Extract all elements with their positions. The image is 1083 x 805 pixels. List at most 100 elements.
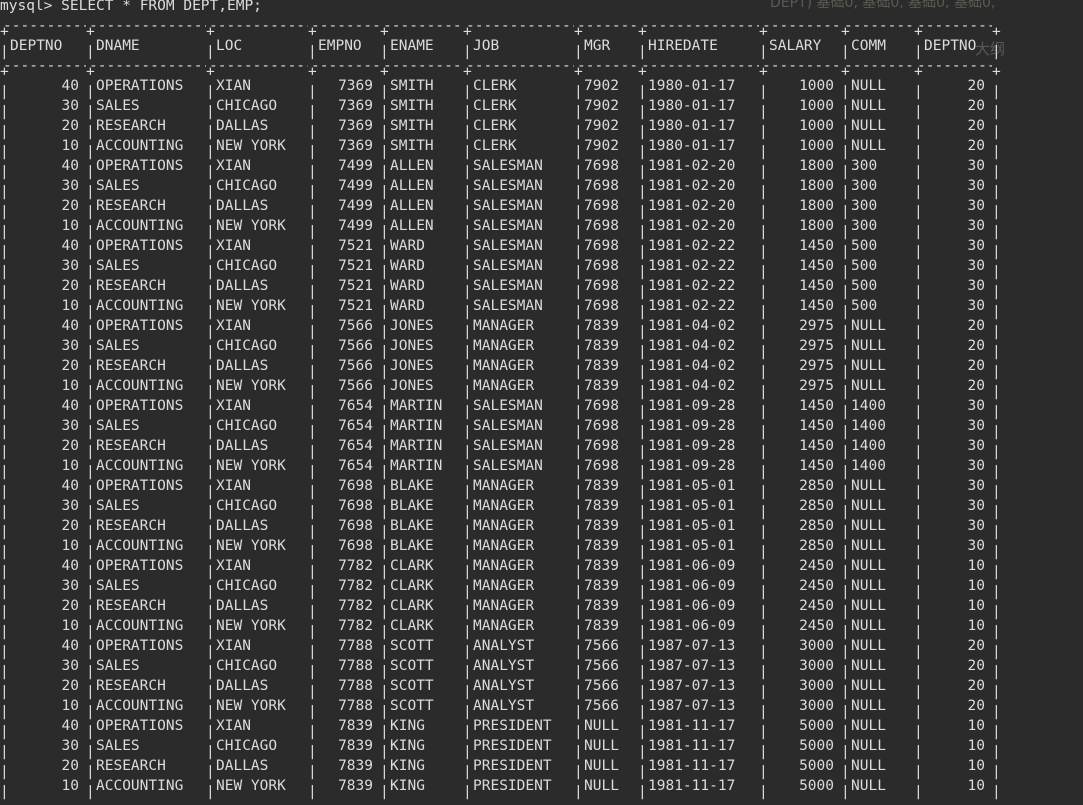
- table-cell: NEW YORK: [216, 458, 286, 474]
- table-cell: 20: [967, 378, 985, 394]
- table-cell: 7839: [584, 558, 619, 574]
- table-cell: 10: [967, 778, 985, 794]
- table-cell: 30: [61, 178, 79, 194]
- table-cell: 1987-07-13: [648, 638, 736, 654]
- table-cell: XIAN: [216, 638, 251, 654]
- table-row: | 40 |OPERATIONS |XIAN | 7369 |SMITH |CLERK |790…: [0, 76, 1001, 100]
- table-cell: SMITH: [390, 138, 434, 154]
- table-cell: 7499: [338, 158, 373, 174]
- table-cell: SALESMAN: [473, 198, 543, 214]
- table-row: | 40 |OPERATIONS |XIAN | 7698 |BLAKE |MANAGER |7…: [0, 476, 1001, 500]
- table-cell: 20: [61, 438, 79, 454]
- table-cell: 2850: [799, 498, 834, 514]
- table-cell: CLARK: [390, 618, 434, 634]
- table-cell: OPERATIONS: [96, 158, 184, 174]
- table-cell: MANAGER: [473, 478, 535, 494]
- table-cell: 1980-01-17: [648, 118, 736, 134]
- table-cell: 7839: [338, 758, 373, 774]
- table-cell: MANAGER: [473, 378, 535, 394]
- table-cell: CLERK: [473, 138, 517, 154]
- table-cell: 7499: [338, 218, 373, 234]
- table-row: | 40 |OPERATIONS |XIAN | 7654 |MARTIN |SALESMAN…: [0, 396, 1001, 420]
- table-cell: ANALYST: [473, 658, 535, 674]
- table-cell: 1981-02-20: [648, 178, 736, 194]
- table-row: | 10 |ACCOUNTING |NEW YORK | 7369 |SMITH |CLERK…: [0, 136, 1001, 160]
- table-cell: 7839: [338, 778, 373, 794]
- table-row: | 30 |SALES |CHICAGO | 7782 |CLARK |MANAGER |783…: [0, 576, 1001, 600]
- table-cell: 7698: [584, 178, 619, 194]
- table-cell: 1450: [799, 298, 834, 314]
- table-cell: NULL: [851, 378, 886, 394]
- table-cell: 30: [967, 218, 985, 234]
- table-cell: 40: [61, 318, 79, 334]
- table-cell: 7839: [584, 318, 619, 334]
- table-row: | 40 |OPERATIONS |XIAN | 7521 |WARD |SALESMAN |7…: [0, 236, 1001, 260]
- table-cell: 3000: [799, 698, 834, 714]
- table-cell: SALESMAN: [473, 218, 543, 234]
- table-cell: SALES: [96, 738, 140, 754]
- prompt: mysql>: [0, 0, 53, 14]
- table-cell: 2975: [799, 378, 834, 394]
- table-cell: 7369: [338, 118, 373, 134]
- table-cell: 1981-02-20: [648, 218, 736, 234]
- table-cell: OPERATIONS: [96, 718, 184, 734]
- table-cell: 7499: [338, 198, 373, 214]
- table-row: | 20 |RESEARCH |DALLAS | 7654 |MARTIN |SALESMAN…: [0, 436, 1001, 460]
- table-cell: 7782: [338, 618, 373, 634]
- table-cell: OPERATIONS: [96, 478, 184, 494]
- table-cell: SALESMAN: [473, 418, 543, 434]
- table-cell: 1987-07-13: [648, 678, 736, 694]
- table-cell: 7698: [584, 458, 619, 474]
- table-cell: NULL: [851, 78, 886, 94]
- table-cell: RESEARCH: [96, 598, 166, 614]
- table-cell: NULL: [851, 338, 886, 354]
- table-cell: ACCOUNTING: [96, 778, 184, 794]
- table-cell: 2850: [799, 538, 834, 554]
- table-cell: CHICAGO: [216, 658, 278, 674]
- table-row: | 10 |ACCOUNTING |NEW YORK | 7788 |SCOTT |ANALY…: [0, 696, 1001, 720]
- table-cell: KING: [390, 778, 425, 794]
- table-cell: 30: [61, 578, 79, 594]
- table-cell: XIAN: [216, 78, 251, 94]
- table-cell: 7839: [584, 498, 619, 514]
- table-cell: DALLAS: [216, 118, 269, 134]
- table-row: | 30 |SALES |CHICAGO | 7698 |BLAKE |MANAGER |783…: [0, 496, 1001, 520]
- table-cell: 40: [61, 158, 79, 174]
- table-cell: BLAKE: [390, 538, 434, 554]
- table-cell: 1400: [851, 418, 886, 434]
- table-cell: DALLAS: [216, 758, 269, 774]
- table-cell: 1981-11-17: [648, 718, 736, 734]
- table-cell: SALES: [96, 578, 140, 594]
- table-border-mid: +---------------------------------------…: [0, 58, 1001, 80]
- table-cell: CHICAGO: [216, 738, 278, 754]
- table-row: | 20 |RESEARCH |DALLAS | 7782 |CLARK |MANAGER |7…: [0, 596, 1001, 620]
- table-cell: 3000: [799, 638, 834, 654]
- terminal-window[interactable]: mysql> SELECT * FROM DEPT,EMP; +--------…: [0, 0, 1001, 800]
- table-cell: 30: [967, 398, 985, 414]
- table-cell: CLERK: [473, 118, 517, 134]
- table-cell: 7566: [338, 338, 373, 354]
- table-cell: ANALYST: [473, 698, 535, 714]
- table-cell: 7698: [584, 238, 619, 254]
- table-cell: 20: [967, 138, 985, 154]
- table-cell: 2975: [799, 358, 834, 374]
- table-cell: 1981-04-02: [648, 378, 736, 394]
- table-cell: 1800: [799, 198, 834, 214]
- table-cell: DALLAS: [216, 678, 269, 694]
- command-line: mysql> SELECT * FROM DEPT,EMP;: [0, 0, 995, 16]
- table-cell: SALESMAN: [473, 238, 543, 254]
- table-cell: KING: [390, 718, 425, 734]
- table-cell: NULL: [851, 498, 886, 514]
- table-cell: CHICAGO: [216, 98, 278, 114]
- column-header-empno: EMPNO: [318, 38, 362, 54]
- table-row: | 20 |RESEARCH |DALLAS | 7521 |WARD |SALESMAN |7…: [0, 276, 1001, 300]
- column-header-dname: DNAME: [96, 38, 140, 54]
- table-cell: NULL: [851, 478, 886, 494]
- table-cell: 10: [61, 698, 79, 714]
- table-cell: NULL: [584, 778, 619, 794]
- table-cell: SALESMAN: [473, 258, 543, 274]
- table-cell: 2975: [799, 338, 834, 354]
- table-cell: 2450: [799, 558, 834, 574]
- table-cell: NEW YORK: [216, 138, 286, 154]
- table-cell: 500: [851, 238, 878, 254]
